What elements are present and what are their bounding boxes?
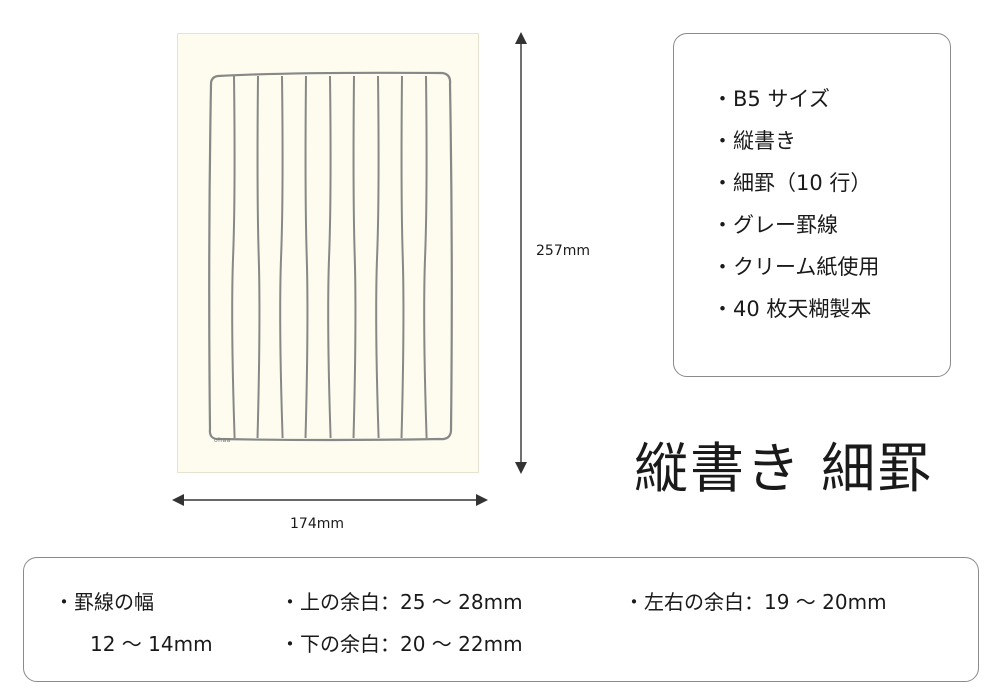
width-dimension-arrow	[172, 494, 488, 506]
margin-specs-panel: 罫線の幅 12 ～ 14mm 上の余白：25 ～ 28mm 下の余白：20 ～ …	[23, 557, 979, 682]
bottom-margin-spec: 下の余白：20 ～ 22mm	[280, 628, 523, 657]
spec-item-line-color: グレー罫線	[712, 210, 950, 252]
width-dimension-label: 174mm	[290, 516, 344, 532]
ruled-line-3	[279, 75, 284, 439]
spec-item-binding: 40 枚天糊製本	[712, 294, 950, 336]
spec-list: B5 サイズ 縦書き 細罫（10 行） グレー罫線 クリーム紙使用 40 枚天糊…	[674, 34, 950, 336]
ruled-line-5	[327, 75, 332, 439]
spec-list-panel: B5 サイズ 縦書き 細罫（10 行） グレー罫線 クリーム紙使用 40 枚天糊…	[673, 33, 951, 377]
ruled-line-2	[256, 75, 261, 439]
side-margin-spec: 左右の余白：19 ～ 20mm	[624, 586, 887, 615]
ruled-line-9	[423, 75, 428, 439]
line-width-label: 罫線の幅	[54, 586, 154, 615]
notebook-page-illustration: ohaa	[177, 33, 479, 473]
spec-item-size: B5 サイズ	[712, 84, 950, 126]
ruled-line-8	[400, 75, 405, 439]
height-dimension-label: 257mm	[536, 243, 590, 259]
ruled-line-1	[231, 75, 236, 439]
product-title: 縦書き 細罫	[634, 437, 934, 500]
spec-item-orientation: 縦書き	[712, 126, 950, 168]
ruled-line-4	[304, 75, 309, 439]
ruled-lines-drawing	[208, 71, 453, 442]
line-width-value: 12 ～ 14mm	[90, 632, 213, 656]
sheet-brand-mark: ohaa	[214, 437, 231, 444]
ruled-line-7	[375, 75, 380, 439]
ruled-line-6	[352, 75, 357, 439]
spec-item-ruling: 細罫（10 行）	[712, 168, 950, 210]
spec-item-paper: クリーム紙使用	[712, 252, 950, 294]
top-margin-spec: 上の余白：25 ～ 28mm	[280, 586, 523, 615]
height-dimension-arrow	[515, 32, 527, 474]
